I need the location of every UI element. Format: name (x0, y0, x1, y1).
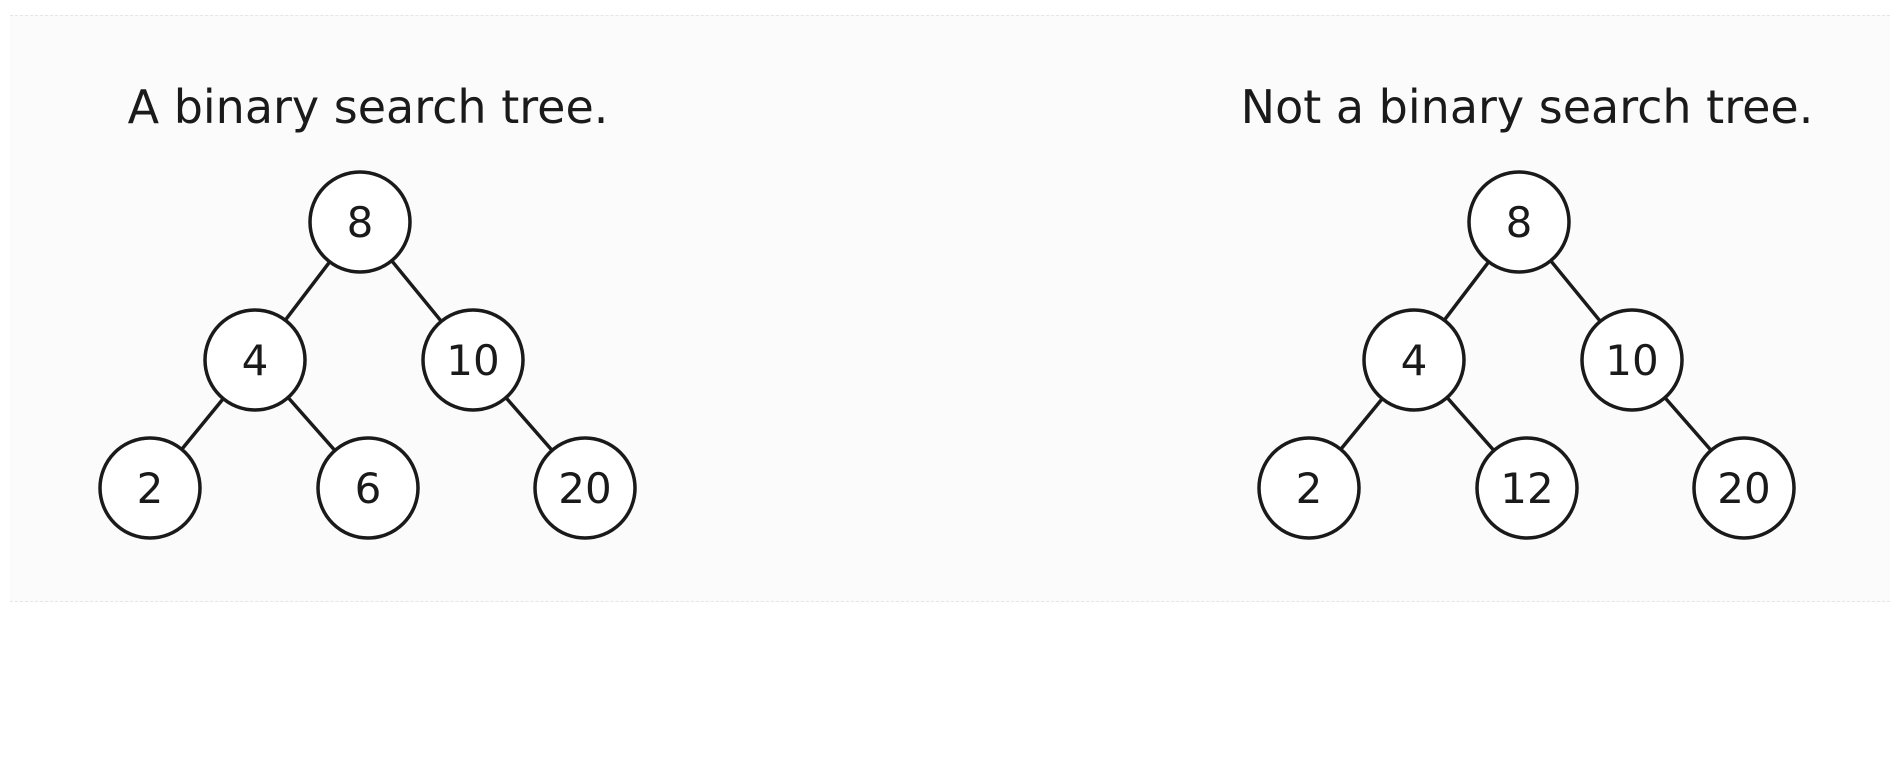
tree-diagram: A binary search tree. Not a binary searc… (98, 80, 1814, 540)
tree-not-bst: 8 4 10 2 12 20 (1257, 170, 1796, 540)
tree-edge-n8-n10 (389, 258, 444, 324)
node-label: 20 (1717, 464, 1770, 513)
tree-title-bst: A binary search tree. (128, 80, 609, 134)
tree-node-20: 20 (1692, 436, 1796, 540)
tree-edge-n10-n20 (1663, 395, 1713, 453)
node-label: 12 (1500, 464, 1553, 513)
tree-node-2: 2 (98, 436, 202, 540)
tree-edge-n4-n12 (1445, 395, 1496, 453)
tree-edge-n8-n4 (283, 260, 332, 322)
tree-node-8: 8 (1467, 170, 1571, 274)
tree-node-20: 20 (533, 436, 637, 540)
tree-node-2: 2 (1257, 436, 1361, 540)
tree-node-10: 10 (1580, 308, 1684, 412)
node-label: 6 (355, 464, 382, 513)
node-label: 20 (558, 464, 611, 513)
tree-edge-n4-n2 (179, 396, 226, 452)
tree-node-8: 8 (308, 170, 412, 274)
node-label: 2 (137, 464, 164, 513)
tree-node-10: 10 (421, 308, 525, 412)
tree-edge-n4-n2 (1338, 396, 1385, 452)
tree-node-4: 4 (203, 308, 307, 412)
tree-node-6: 6 (316, 436, 420, 540)
tree-title-not-bst: Not a binary search tree. (1241, 80, 1814, 134)
tree-node-4: 4 (1362, 308, 1466, 412)
node-label: 8 (347, 198, 374, 247)
tree-bst: 8 4 10 2 6 20 (98, 170, 637, 540)
tree-edge-n8-n10 (1548, 258, 1603, 324)
figure: A binary search tree. Not a binary searc… (0, 0, 1902, 764)
node-label: 8 (1506, 198, 1533, 247)
node-label: 4 (1401, 336, 1428, 385)
node-label: 4 (242, 336, 269, 385)
tree-edge-n10-n20 (504, 395, 554, 453)
node-label: 2 (1296, 464, 1323, 513)
node-label: 10 (446, 336, 499, 385)
tree-node-12: 12 (1475, 436, 1579, 540)
node-label: 10 (1605, 336, 1658, 385)
tree-edge-n4-n6 (286, 395, 337, 453)
tree-edge-n8-n4 (1442, 260, 1491, 322)
